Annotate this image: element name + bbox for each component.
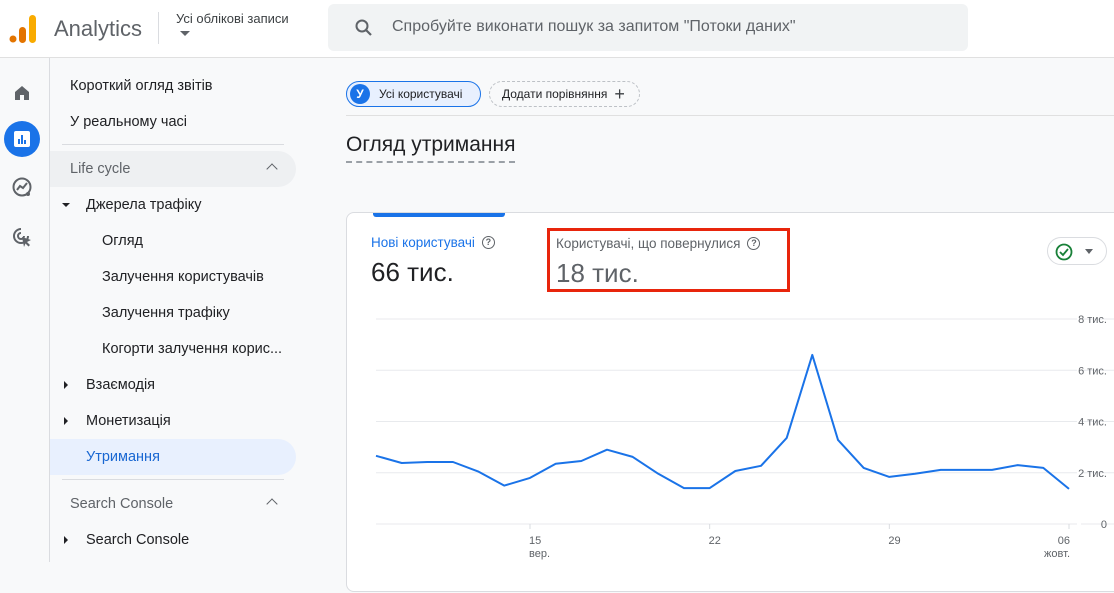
x-tick-sublabel: вер. xyxy=(529,548,550,560)
x-tick-label: 06 xyxy=(1058,535,1070,547)
nav-item-traffic-acquisition[interactable]: Залучення трафіку xyxy=(102,295,230,331)
nav-item-label: У реальному часі xyxy=(70,114,188,130)
x-tick-label: 29 xyxy=(888,535,900,547)
add-comparison-label: Додати порівняння xyxy=(502,87,608,101)
app-title: Analytics xyxy=(54,16,143,41)
add-comparison-button[interactable]: Додати порівняння + xyxy=(489,81,640,107)
top-bar: Analytics Усі облікові записи Спробуйте … xyxy=(0,0,1114,58)
nav-group-traffic-sources[interactable]: Джерела трафіку xyxy=(50,187,296,223)
account-selector-label[interactable]: Усі облікові записи xyxy=(176,11,289,26)
caret-down-icon xyxy=(62,203,70,207)
nav-item-label: Залучення трафіку xyxy=(102,305,230,321)
caret-down-icon[interactable] xyxy=(180,31,190,36)
nav-group-engagement[interactable]: Взаємодія xyxy=(50,367,296,403)
segment-avatar: У xyxy=(350,84,370,104)
nav-divider xyxy=(62,144,284,145)
line-chart: 0 2 тис. 4 тис. 6 тис. 8 тис. 15вер. 22 29 06жов… xyxy=(375,314,1114,560)
search-icon xyxy=(355,19,372,36)
nav-group-label: Взаємодія xyxy=(86,377,156,393)
home-icon xyxy=(15,86,29,100)
main-content: У Усі користувачі Додати порівняння + Ог… xyxy=(330,58,1114,592)
explore-icon xyxy=(12,177,32,197)
nav-item-label: Когорти залучення корис... xyxy=(102,341,283,357)
nav-section-title: Search Console xyxy=(70,496,174,512)
y-tick-label: 4 тис. xyxy=(1078,417,1107,429)
nav-divider xyxy=(62,479,284,480)
nav-group-label: Search Console xyxy=(86,532,190,548)
plus-icon: + xyxy=(614,84,625,104)
nav-group-monetization[interactable]: Монетизація xyxy=(50,403,296,439)
analytics-logo-icon[interactable] xyxy=(8,14,38,44)
nav-section-search-console[interactable]: Search Console xyxy=(50,486,296,522)
rail-advertising-button[interactable] xyxy=(4,219,40,255)
nav-group-label: Монетизація xyxy=(86,413,171,429)
caret-right-icon xyxy=(64,417,68,425)
nav-item-label: Утримання xyxy=(86,449,160,465)
advertising-icon xyxy=(13,228,31,247)
y-tick-label: 2 тис. xyxy=(1078,468,1107,480)
nav-section-title: Life cycle xyxy=(70,161,131,177)
rail-explore-button[interactable] xyxy=(4,169,40,205)
nav-item-overview[interactable]: Огляд xyxy=(102,223,143,259)
nav-rail xyxy=(0,58,50,562)
caret-right-icon xyxy=(64,381,68,389)
y-tick-label: 6 тис. xyxy=(1078,365,1107,377)
caret-right-icon xyxy=(64,536,68,544)
divider xyxy=(158,12,159,44)
nav-item-label: Залучення користувачів xyxy=(102,269,264,285)
nav-item-user-acquisition-cohorts[interactable]: Когорти залучення корис... xyxy=(102,331,282,367)
nav-item-label: Короткий огляд звітів xyxy=(70,78,213,94)
segment-label: Усі користувачі xyxy=(379,87,463,101)
nav-section-lifecycle[interactable]: Life cycle xyxy=(50,151,296,187)
nav-item-reports-snapshot[interactable]: Короткий огляд звітів xyxy=(70,68,213,104)
divider xyxy=(346,115,1114,116)
x-tick-label: 15 xyxy=(529,535,541,547)
nav-item-realtime[interactable]: У реальному часі xyxy=(70,104,187,140)
nav-item-user-acquisition[interactable]: Залучення користувачів xyxy=(102,259,264,295)
retention-card: Нові користувачі? 66 тис. Користувачі, щ… xyxy=(346,212,1114,592)
chevron-up-icon[interactable] xyxy=(266,498,278,510)
y-tick-label: 8 тис. xyxy=(1078,314,1107,326)
reports-icon xyxy=(14,131,30,147)
nav-group-search-console[interactable]: Search Console xyxy=(50,522,296,558)
search-input[interactable]: Спробуйте виконати пошук за запитом "Пот… xyxy=(392,18,796,36)
x-tick-sublabel: жовт. xyxy=(1044,548,1070,560)
search-bar[interactable]: Спробуйте виконати пошук за запитом "Пот… xyxy=(328,4,968,51)
page-title: Огляд утримання xyxy=(346,133,516,163)
x-tick-label: 22 xyxy=(709,535,721,547)
y-tick-label: 0 xyxy=(1101,519,1107,531)
report-nav: Короткий огляд звітів У реальному часі L… xyxy=(50,58,310,562)
chevron-up-icon[interactable] xyxy=(266,163,278,175)
nav-item-label: Огляд xyxy=(102,233,144,249)
nav-item-retention[interactable]: Утримання xyxy=(50,439,296,475)
rail-reports-button[interactable] xyxy=(4,121,40,157)
rail-home-button[interactable] xyxy=(4,75,40,111)
segment-chip-all-users[interactable]: У Усі користувачі xyxy=(346,81,481,107)
nav-group-label: Джерела трафіку xyxy=(86,197,202,213)
